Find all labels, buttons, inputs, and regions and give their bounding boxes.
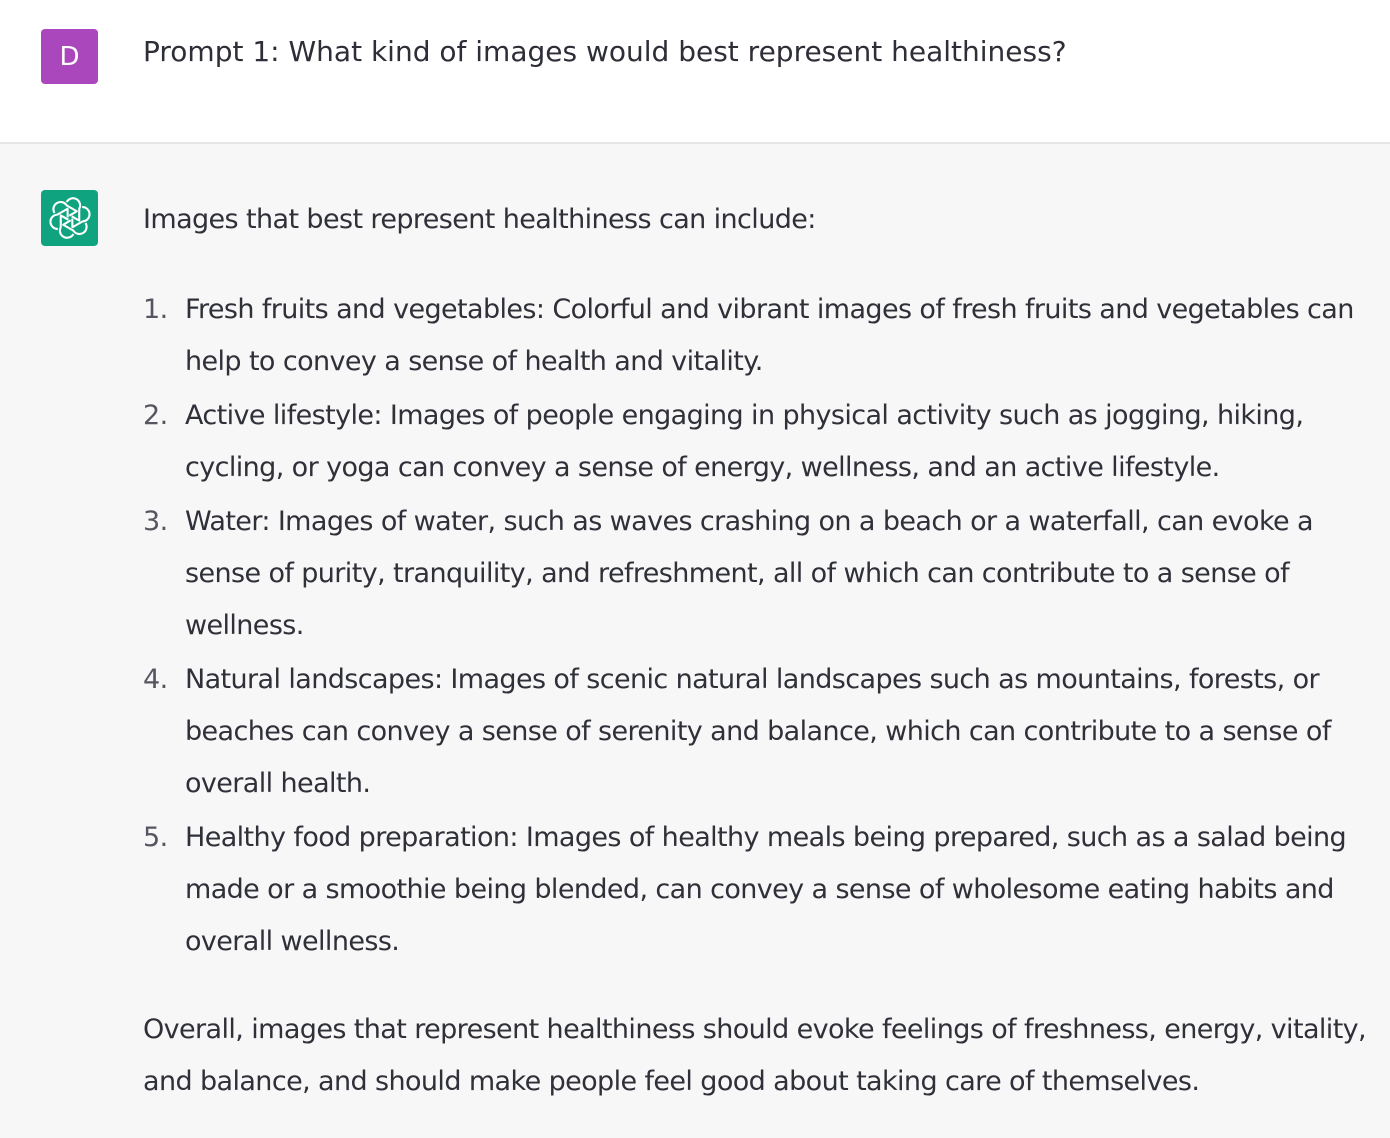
list-item-text: Fresh fruits and vegetables: Colorful an… — [185, 294, 1354, 377]
list-item-text: Active lifestyle: Images of people engag… — [185, 400, 1304, 483]
user-message: D Prompt 1: What kind of images would be… — [0, 0, 1390, 144]
list-item-text: Natural landscapes: Images of scenic nat… — [185, 664, 1331, 799]
assistant-intro: Images that best represent healthiness c… — [143, 204, 816, 235]
user-message-text: Prompt 1: What kind of images would best… — [143, 35, 1067, 68]
list-item-number: 1. — [143, 294, 168, 325]
list-item: 1. Fresh fruits and vegetables: Colorful… — [143, 284, 1378, 388]
list-item: 3. Water: Images of water, such as waves… — [143, 496, 1378, 652]
assistant-conclusion: Overall, images that represent healthine… — [143, 1014, 1367, 1097]
list-item-text: Healthy food preparation: Images of heal… — [185, 822, 1347, 957]
assistant-avatar — [41, 190, 98, 246]
list-item-number: 4. — [143, 664, 168, 695]
list-item-number: 5. — [143, 822, 168, 853]
list-item: 2. Active lifestyle: Images of people en… — [143, 390, 1378, 494]
assistant-message-content: Images that best represent healthiness c… — [143, 194, 1378, 1108]
assistant-message: Images that best represent healthiness c… — [0, 144, 1390, 1138]
list-item: 4. Natural landscapes: Images of scenic … — [143, 654, 1378, 810]
list-item: 5. Healthy food preparation: Images of h… — [143, 812, 1378, 968]
list-item-number: 3. — [143, 506, 168, 537]
openai-logo-icon — [48, 197, 91, 239]
user-avatar-letter: D — [59, 41, 80, 72]
suggestion-list: 1. Fresh fruits and vegetables: Colorful… — [143, 284, 1378, 968]
list-item-number: 2. — [143, 400, 168, 431]
user-avatar: D — [41, 29, 98, 84]
list-item-text: Water: Images of water, such as waves cr… — [185, 506, 1314, 641]
